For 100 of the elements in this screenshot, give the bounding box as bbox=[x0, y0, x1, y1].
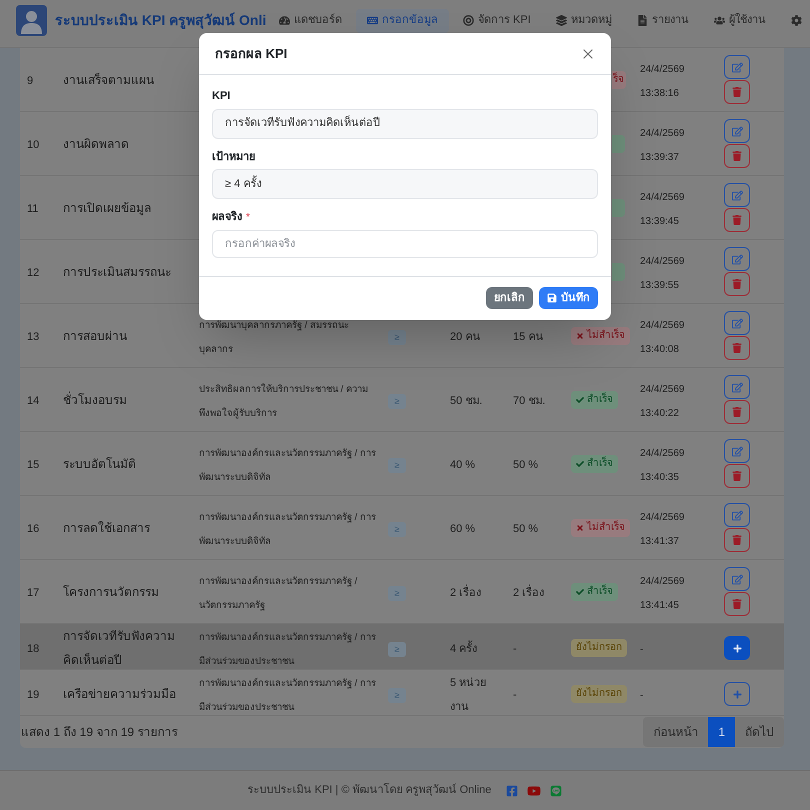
status-label: ยังไม่กรอก bbox=[576, 641, 622, 655]
plus-icon bbox=[732, 644, 742, 652]
edit-button[interactable] bbox=[724, 119, 750, 143]
kpi-name: การจัดเวทีรับฟังความคิดเห็นต่อปี bbox=[63, 629, 175, 667]
edit-button[interactable] bbox=[724, 439, 750, 463]
category-text: การพัฒนาองค์กรและนวัตกรรมภาครัฐ / การพัฒนาระบบดิจิทัล bbox=[199, 448, 376, 482]
delete-button[interactable] bbox=[724, 464, 750, 488]
layers-icon bbox=[556, 15, 567, 26]
row-number: 16 bbox=[27, 522, 40, 534]
x-icon bbox=[576, 332, 584, 340]
trash-icon bbox=[732, 407, 742, 417]
readonly-field[interactable]: ≥ 4 ครั้ง bbox=[212, 169, 598, 199]
save-button[interactable]: บันทึก bbox=[539, 287, 598, 309]
edit-button[interactable] bbox=[724, 311, 750, 335]
kpi-name: เครือข่ายความร่วมมือ bbox=[63, 687, 176, 701]
delete-button[interactable] bbox=[724, 528, 750, 552]
check-icon bbox=[576, 588, 584, 596]
page-button[interactable]: 1 bbox=[708, 717, 735, 747]
status-label: สำเร็จ bbox=[587, 392, 613, 406]
trash-icon bbox=[732, 279, 742, 289]
status-label: สำเร็จ bbox=[587, 456, 613, 470]
kpi-name: การเปิดเผยข้อมูล bbox=[63, 200, 151, 214]
operator-badge: ≥ bbox=[388, 688, 406, 704]
updated-time: 24/4/2569 13:41:45 bbox=[640, 576, 684, 610]
nav-tab[interactable]: รายงาน bbox=[626, 8, 700, 32]
keyboard-icon bbox=[367, 15, 378, 26]
actual-value: - bbox=[513, 643, 517, 655]
operator-badge: ≥ bbox=[388, 642, 406, 658]
nav-tab[interactable]: หมวดหมู่ bbox=[544, 8, 623, 32]
edit-button[interactable] bbox=[724, 503, 750, 527]
row-number: 14 bbox=[27, 394, 40, 406]
target-value: 20 คน bbox=[450, 330, 480, 342]
check-icon bbox=[576, 396, 584, 404]
edit-button[interactable] bbox=[724, 183, 750, 207]
target-icon bbox=[463, 15, 474, 26]
field-label: ผลจริง bbox=[212, 210, 242, 225]
delete-button[interactable] bbox=[724, 80, 750, 104]
edit-button[interactable] bbox=[724, 55, 750, 79]
cancel-button[interactable]: ยกเลิก bbox=[486, 287, 533, 309]
brand-title[interactable]: ระบบประเมิน KPI ครูพสุวัฒน์ Onli bbox=[55, 10, 268, 31]
updated-time: 24/4/2569 13:40:08 bbox=[640, 320, 684, 354]
nav-tab[interactable]: กรอกข้อมูล bbox=[356, 8, 449, 32]
operator-badge: ≥ bbox=[388, 458, 406, 473]
pagination-info: แสดง 1 ถึง 19 จาก 19 รายการ bbox=[21, 724, 178, 741]
row-number: 9 bbox=[27, 74, 34, 86]
readonly-field[interactable]: การจัดเวทีรับฟังความคิดเห็นต่อปี bbox=[212, 108, 598, 138]
settings-icon bbox=[790, 15, 802, 26]
updated-time: 24/4/2569 13:40:22 bbox=[640, 384, 684, 418]
nav-tab[interactable]: ผู้ใช้งาน bbox=[702, 8, 777, 32]
social-link[interactable] bbox=[527, 784, 542, 796]
input-field[interactable]: กรอกค่าผลจริง bbox=[212, 230, 598, 258]
edit-icon bbox=[732, 510, 742, 520]
delete-button[interactable] bbox=[724, 592, 750, 616]
status-label: ไม่สำเร็จ bbox=[587, 328, 625, 342]
delete-button[interactable] bbox=[724, 272, 750, 296]
actual-value: 2 เรื่อง bbox=[513, 586, 544, 598]
trash-icon bbox=[732, 343, 742, 353]
add-button[interactable] bbox=[724, 636, 750, 660]
social-link[interactable] bbox=[550, 784, 562, 796]
edit-button[interactable] bbox=[724, 247, 750, 271]
delete-button[interactable] bbox=[724, 208, 750, 232]
status-label: สำเร็จ bbox=[587, 584, 613, 598]
check-icon bbox=[576, 460, 584, 468]
document-icon bbox=[636, 15, 648, 26]
trash-icon bbox=[732, 535, 742, 545]
edit-icon bbox=[732, 190, 742, 200]
edit-icon bbox=[732, 254, 742, 264]
nav-tab[interactable]: แดชบอร์ด bbox=[268, 8, 353, 32]
updated-time: 24/4/2569 13:41:37 bbox=[640, 512, 684, 546]
footer-text: ระบบประเมิน KPI | © พัฒนาโดย ครูพสุวัฒน์ Online bbox=[248, 782, 492, 798]
row-number: 13 bbox=[27, 330, 40, 342]
field-label: เป้าหมาย bbox=[212, 150, 255, 164]
avatar-icon bbox=[16, 5, 47, 36]
delete-button[interactable] bbox=[724, 400, 750, 424]
actual-value: - bbox=[513, 689, 517, 701]
updated-time: 24/4/2569 13:40:35 bbox=[640, 448, 684, 482]
operator-badge: ≥ bbox=[388, 330, 406, 345]
delete-button[interactable] bbox=[724, 336, 750, 360]
kpi-name: การสอบผ่าน bbox=[63, 328, 127, 342]
operator-badge: ≥ bbox=[388, 394, 406, 409]
edit-button[interactable] bbox=[724, 375, 750, 399]
kpi-name: ระบบอัตโนมัติ bbox=[63, 456, 136, 470]
page-button[interactable]: ก่อนหน้า bbox=[643, 717, 708, 747]
updated-time: 24/4/2569 13:39:37 bbox=[640, 128, 684, 162]
delete-button[interactable] bbox=[724, 144, 750, 168]
updated-time: 24/4/2569 13:39:45 bbox=[640, 192, 684, 226]
facebook-icon bbox=[506, 784, 518, 796]
required-mark: * bbox=[246, 210, 250, 225]
kpi-name: การประเมินสมรรถนะ bbox=[63, 264, 171, 278]
nav-tab[interactable]: จัดการ KPI bbox=[452, 8, 542, 32]
page-button[interactable]: ถัดไป bbox=[735, 717, 784, 747]
edit-icon bbox=[732, 382, 742, 392]
edit-icon bbox=[732, 126, 742, 136]
updated-time: - bbox=[640, 644, 644, 655]
actual-value: 15 คน bbox=[513, 330, 544, 342]
social-link[interactable] bbox=[506, 784, 518, 796]
status-label: ยังไม่กรอก bbox=[576, 687, 622, 701]
edit-button[interactable] bbox=[724, 567, 750, 591]
row-number: 10 bbox=[27, 138, 40, 150]
trash-icon bbox=[732, 215, 742, 225]
